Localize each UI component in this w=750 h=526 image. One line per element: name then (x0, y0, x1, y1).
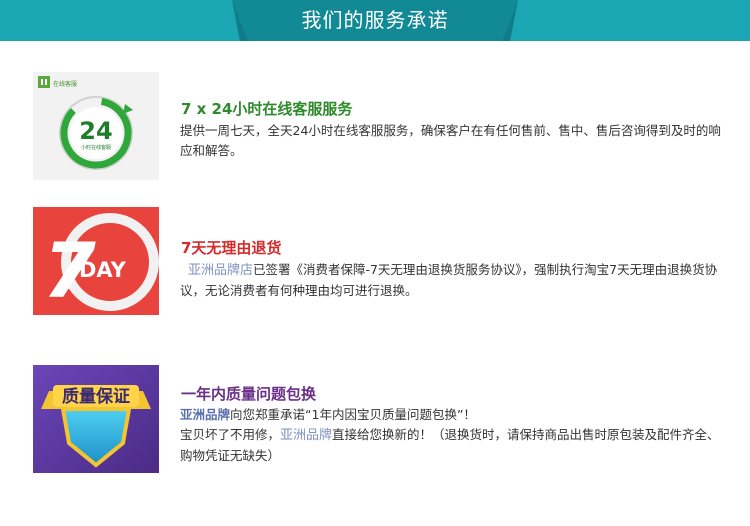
service-title-quality: 一年内质量问题包换 (181, 385, 317, 403)
quality-promise-line1: 向您郑重承诺“1年内因宝贝质量问题包换”！ (230, 407, 476, 422)
brand-watermark-2: 亚洲品牌 (280, 428, 333, 443)
day-word: DAY (79, 258, 127, 282)
seven-day-icon: 7 DAY (33, 207, 159, 315)
return-7day-image: 7 DAY (33, 207, 159, 315)
quality-promise-line2a: 宝贝坏了不用修， (180, 427, 281, 442)
brand-name: 亚洲品牌 (180, 407, 231, 422)
service-desc-return: 亚洲品牌店已签署《消费者保障-7天无理由退换货服务协议》，强制执行淘宝7天无理由… (180, 260, 725, 301)
clock-number: 24 (79, 117, 112, 145)
header-band: 我们的服务承诺 (0, 0, 750, 41)
quality-guarantee-image: 质量保证 (33, 365, 159, 473)
clock-caption: 小时在线客服 (81, 144, 111, 151)
service-desc-support: 提供一周七天，全天24小时在线客服服务，确保客户在有任何售前、售中、售后咨询得到… (180, 123, 721, 158)
service-title-return: 7天无理由退货 (181, 239, 282, 257)
badge-text: 质量保证 (62, 386, 130, 407)
support-24h-image: 在线客服 24 小时在线客服 (33, 72, 159, 180)
brand-watermark: 亚洲品牌店 (187, 263, 253, 278)
clock-24-icon: 在线客服 24 小时在线客服 (33, 72, 159, 180)
page-title: 我们的服务承诺 (301, 8, 449, 32)
service-desc-quality: 亚洲品牌向您郑重承诺“1年内因宝贝质量问题包换”！ 宝贝坏了不用修，亚洲品牌直接给… (180, 405, 725, 466)
service-title-support: 7 x 24小时在线客服服务 (181, 100, 353, 118)
return-policy-text: 已签署《消费者保障-7天无理由退换货服务协议》，强制执行淘宝7天无理由退换货协议… (180, 262, 718, 298)
quality-badge-icon: 质量保证 (33, 365, 159, 473)
header-tab: 我们的服务承诺 (232, 0, 518, 41)
logo-text: 在线客服 (53, 80, 77, 88)
